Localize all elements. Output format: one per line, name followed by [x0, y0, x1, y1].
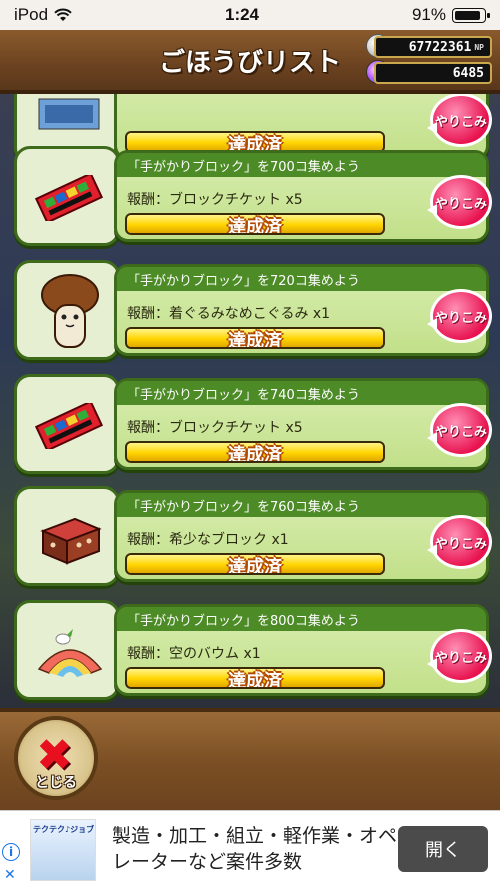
progress-bar: 達成済 — [125, 667, 385, 689]
np-unit: NP — [474, 42, 484, 52]
reward-panel: 「手がかりブロック」を700コ集めよう 報酬：ブロックチケット x5 達成済 や… — [114, 150, 492, 242]
progress-bar: 達成済 — [125, 553, 385, 575]
yarikomi-button[interactable]: やりこみ — [427, 515, 492, 569]
mission-title: 「手がかりブロック」を740コ集めよう — [127, 388, 360, 403]
reward-text: 報酬：希少なブロック x1 — [127, 532, 289, 548]
open-button[interactable]: 開く — [398, 826, 488, 872]
mission-title: 「手がかりブロック」を720コ集めよう — [127, 274, 360, 289]
reward-text: 報酬：ブロックチケット x5 — [127, 192, 303, 208]
np-counter: 67722361 NP — [374, 36, 492, 58]
reward-card: 「手がかりブロック」を800コ集めよう 報酬：空のバウム x1 達成済 やりこみ — [14, 600, 492, 700]
progress-bar: 達成済 — [125, 327, 385, 349]
yarikomi-button[interactable]: やりこみ — [427, 629, 492, 683]
reward-list[interactable]: 達成済 やりこみ 「手がかりブロック」を700コ集めよう 報酬：ブロックチケット… — [0, 94, 500, 708]
reward-thumbnail — [14, 600, 120, 700]
np-value: 67722361 — [408, 39, 472, 55]
reward-card: 「手がかりブロック」を700コ集めよう 報酬：ブロックチケット x5 達成済 や… — [14, 146, 492, 246]
gem-counter: 6485 — [374, 62, 492, 84]
reward-panel: 「手がかりブロック」を800コ集めよう 報酬：空のバウム x1 達成済 やりこみ — [114, 604, 492, 696]
reward-text: 報酬：ブロックチケット x5 — [127, 420, 303, 436]
ad-logo[interactable]: テクテク♪ジョブ — [30, 819, 96, 881]
reward-thumbnail — [14, 146, 120, 246]
status-text: 達成済 — [228, 331, 282, 349]
battery-icon — [452, 7, 490, 23]
yarikomi-button[interactable]: やりこみ — [427, 403, 492, 457]
reward-panel: 「手がかりブロック」を720コ集めよう 報酬：着ぐるみなめこぐるみ x1 達成済… — [114, 264, 492, 356]
mission-title: 「手がかりブロック」を800コ集めよう — [127, 614, 360, 629]
footer-bar: ✖ とじる — [0, 708, 500, 814]
carrier-label: iPod — [14, 5, 49, 24]
block-ticket-icon — [35, 175, 103, 221]
yarikomi-button[interactable]: やりこみ — [427, 94, 492, 147]
reward-text: 報酬：着ぐるみなめこぐるみ x1 — [127, 306, 331, 322]
mission-title: 「手がかりブロック」を760コ集めよう — [127, 500, 360, 515]
reward-thumbnail — [14, 486, 120, 586]
status-text: 達成済 — [228, 557, 282, 575]
reward-panel: 「手がかりブロック」を740コ集めよう 報酬：ブロックチケット x5 達成済 や… — [114, 378, 492, 470]
yarikomi-button[interactable]: やりこみ — [427, 289, 492, 343]
close-button[interactable]: ✖ とじる — [14, 716, 98, 800]
reward-text: 報酬：空のバウム x1 — [127, 646, 261, 662]
block-ticket-icon — [35, 403, 103, 449]
reward-thumbnail — [14, 374, 120, 474]
rainbow-baum-icon — [37, 629, 103, 677]
reward-card: 「手がかりブロック」を740コ集めよう 報酬：ブロックチケット x5 達成済 や… — [14, 374, 492, 474]
ad-text[interactable]: 製造・加工・組立・軽作業・オペレーターなど案件多数 — [112, 823, 402, 875]
status-text: 達成済 — [228, 671, 282, 689]
status-text: 達成済 — [228, 445, 282, 463]
ad-logo-text: テクテク♪ジョブ — [33, 825, 95, 834]
status-text: 達成済 — [228, 217, 282, 235]
wifi-icon — [54, 8, 72, 21]
yarikomi-button[interactable]: やりこみ — [427, 175, 492, 229]
info-icon[interactable]: i — [2, 843, 20, 861]
close-icon[interactable]: ✕ — [4, 867, 16, 883]
reward-card: 「手がかりブロック」を760コ集めよう 報酬：希少なブロック x1 達成済 やり… — [14, 486, 492, 586]
reward-panel: 「手がかりブロック」を760コ集めよう 報酬：希少なブロック x1 達成済 やり… — [114, 490, 492, 582]
rare-block-icon — [40, 517, 102, 565]
status-time: 1:24 — [224, 5, 260, 24]
progress-bar: 達成済 — [125, 441, 385, 463]
ad-banner[interactable]: i ✕ テクテク♪ジョブ 製造・加工・組立・軽作業・オペレーターなど案件多数 開… — [0, 810, 500, 889]
close-label: とじる — [35, 775, 77, 791]
progress-bar: 達成済 — [125, 213, 385, 235]
gem-value: 6485 — [452, 65, 484, 81]
status-bar: iPod 1:24 91% — [0, 0, 500, 30]
reward-card: 「手がかりブロック」を720コ集めよう 報酬：着ぐるみなめこぐるみ x1 達成済… — [14, 260, 492, 360]
mission-title: 「手がかりブロック」を700コ集めよう — [127, 160, 360, 175]
nameko-costume-icon — [41, 274, 99, 348]
ticket-icon — [38, 98, 100, 130]
reward-thumbnail — [14, 260, 120, 360]
battery-percent: 91% — [411, 5, 446, 24]
